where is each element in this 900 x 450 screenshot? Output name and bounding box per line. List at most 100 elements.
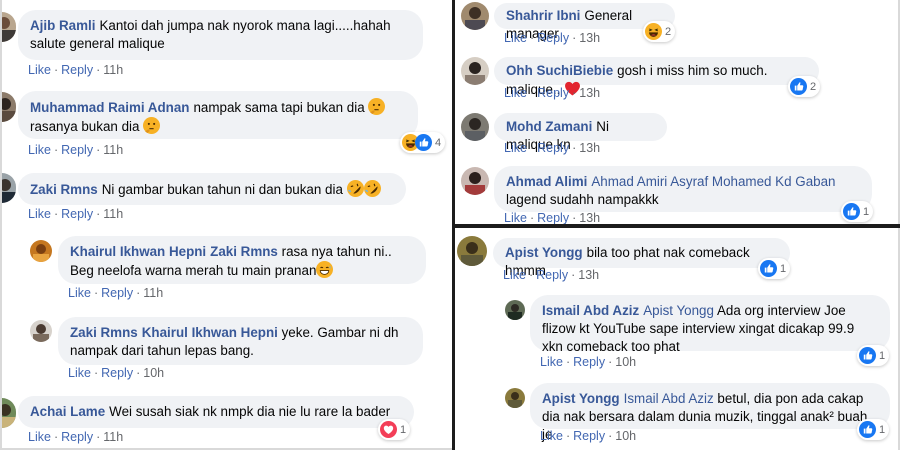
reply-button[interactable]: Reply (537, 211, 569, 224)
reaction-summary[interactable]: 1 (857, 419, 890, 440)
reply-button[interactable]: Reply (61, 63, 93, 77)
like-button[interactable]: Like (504, 211, 527, 224)
like-button[interactable]: Like (68, 286, 91, 300)
like-button[interactable]: Like (504, 141, 527, 155)
mention-link[interactable]: Ahmad Amiri Asyraf Mohamed Kd Gaban (591, 174, 835, 189)
reply-bubble: Ismail Abd Aziz Apist Yongg Ada org inter… (530, 295, 890, 354)
comment-time[interactable]: 13h (579, 31, 600, 45)
love-reaction-icon (380, 421, 397, 438)
thinking-emoji-icon (143, 117, 160, 134)
comment-author[interactable]: Ahmad Alimi (506, 174, 587, 189)
avatar[interactable] (505, 388, 525, 408)
like-button[interactable]: Like (503, 268, 526, 282)
comment-time[interactable]: 13h (579, 86, 600, 100)
avatar[interactable] (461, 57, 489, 85)
reaction-count: 1 (400, 423, 407, 436)
reply-button[interactable]: Reply (61, 207, 93, 221)
mention-link[interactable]: Zaki Rmns (210, 244, 278, 259)
avatar[interactable] (461, 167, 489, 195)
comment-actions: Like · Reply · 13h (504, 86, 601, 100)
left-comment-panel: Ajib Ramli Kantoi dah jumpa nak nyorok ma… (0, 0, 452, 450)
comment-time[interactable]: 13h (578, 268, 599, 282)
comment-actions: Like · Reply · 10h (68, 366, 165, 380)
avatar[interactable] (2, 12, 16, 42)
comment-time[interactable]: 11h (103, 430, 123, 444)
comment-actions: Like · Reply · 11h (28, 430, 124, 444)
comment-time[interactable]: 11h (143, 286, 163, 300)
comment-time[interactable]: 13h (579, 141, 600, 155)
reply-button[interactable]: Reply (101, 366, 133, 380)
like-button[interactable]: Like (68, 366, 91, 380)
comment-author[interactable]: Mohd Zamani (506, 119, 592, 134)
like-button[interactable]: Like (28, 207, 51, 221)
comment-author[interactable]: Ajib Ramli (30, 18, 95, 33)
like-button[interactable]: Like (28, 143, 51, 157)
reaction-summary[interactable]: 1 (758, 258, 791, 279)
like-button[interactable]: Like (28, 430, 51, 444)
like-button[interactable]: Like (540, 355, 563, 369)
avatar[interactable] (30, 320, 52, 342)
comment-author[interactable]: Ismail Abd Aziz (542, 303, 639, 318)
like-reaction-icon (859, 421, 876, 438)
reply-button[interactable]: Reply (573, 355, 605, 369)
left-frame-edge (0, 0, 2, 450)
comment-time[interactable]: 11h (103, 207, 123, 221)
avatar[interactable] (2, 92, 16, 122)
comment-time[interactable]: 11h (103, 63, 123, 77)
reply-button[interactable]: Reply (537, 141, 569, 155)
reaction-summary[interactable]: 2 (788, 76, 821, 97)
comment-author[interactable]: Khairul Ikhwan Hepni (70, 244, 206, 259)
reply-button[interactable]: Reply (537, 31, 569, 45)
reaction-summary[interactable]: 1 (857, 345, 890, 366)
comment-bubble: Ahmad Alimi Ahmad Amiri Asyraf Mohamed Kd… (494, 166, 872, 212)
comment-actions: Like · Reply · 13h (504, 31, 601, 45)
like-button[interactable]: Like (504, 86, 527, 100)
like-button[interactable]: Like (504, 31, 527, 45)
comment-author[interactable]: Muhammad Raimi Adnan (30, 100, 189, 115)
comment-time[interactable]: 10h (615, 355, 636, 369)
rofl-emoji-icon (347, 180, 364, 197)
reaction-summary[interactable]: 2 (643, 21, 676, 42)
comment-author[interactable]: Ohh SuchiBiebie (506, 63, 613, 78)
comment-text: lagend sudahh nampakkk (506, 192, 659, 207)
reaction-summary[interactable]: 1 (378, 419, 411, 440)
comment-author[interactable]: Shahrir Ibni (506, 8, 580, 23)
avatar[interactable] (2, 173, 16, 203)
comment-time[interactable]: 13h (579, 211, 600, 224)
comment-author[interactable]: Apist Yongg (542, 391, 620, 406)
comment-time[interactable]: 10h (143, 366, 164, 380)
comment-actions: Like · Reply · 11h (28, 63, 124, 77)
reply-button[interactable]: Reply (61, 430, 93, 444)
avatar[interactable] (461, 113, 489, 141)
reply-button[interactable]: Reply (537, 86, 569, 100)
mention-link[interactable]: Ismail Abd Aziz (624, 391, 714, 406)
reaction-summary[interactable]: 4 (400, 132, 446, 153)
comment-time[interactable]: 10h (615, 429, 636, 443)
reaction-count: 2 (810, 80, 817, 93)
comment-bubble: Apist Yongg bila too phat nak comeback hm… (493, 238, 790, 278)
avatar[interactable] (505, 300, 525, 320)
reaction-summary[interactable]: 1 (841, 201, 874, 222)
comment-author[interactable]: Achai Lame (30, 404, 105, 419)
reply-button[interactable]: Reply (536, 268, 568, 282)
avatar[interactable] (457, 236, 487, 266)
comment-author[interactable]: Zaki Rmns (30, 182, 98, 197)
reply-button[interactable]: Reply (101, 286, 133, 300)
grinning-sweat-emoji-icon (316, 261, 333, 278)
avatar[interactable] (461, 2, 489, 30)
comment-author[interactable]: Apist Yongg (505, 245, 583, 260)
comment-time[interactable]: 11h (103, 143, 123, 157)
reply-button[interactable]: Reply (61, 143, 93, 157)
mention-link[interactable]: Apist Yongg (643, 303, 714, 318)
comment-author[interactable]: Zaki Rmns (70, 325, 138, 340)
like-button[interactable]: Like (540, 429, 563, 443)
avatar[interactable] (2, 398, 16, 428)
like-reaction-icon (859, 347, 876, 364)
reply-bubble: Khairul Ikhwan Hepni Zaki Rmns rasa nya t… (58, 236, 426, 284)
mention-link[interactable]: Khairul Ikhwan Hepni (142, 325, 278, 340)
comment-actions: Like · Reply · 13h (503, 268, 600, 282)
like-button[interactable]: Like (28, 63, 51, 77)
avatar[interactable] (30, 240, 52, 262)
reply-button[interactable]: Reply (573, 429, 605, 443)
comment-bubble: Zaki Rmns Ni gambar bukan tahun ni dan bu… (18, 173, 406, 205)
